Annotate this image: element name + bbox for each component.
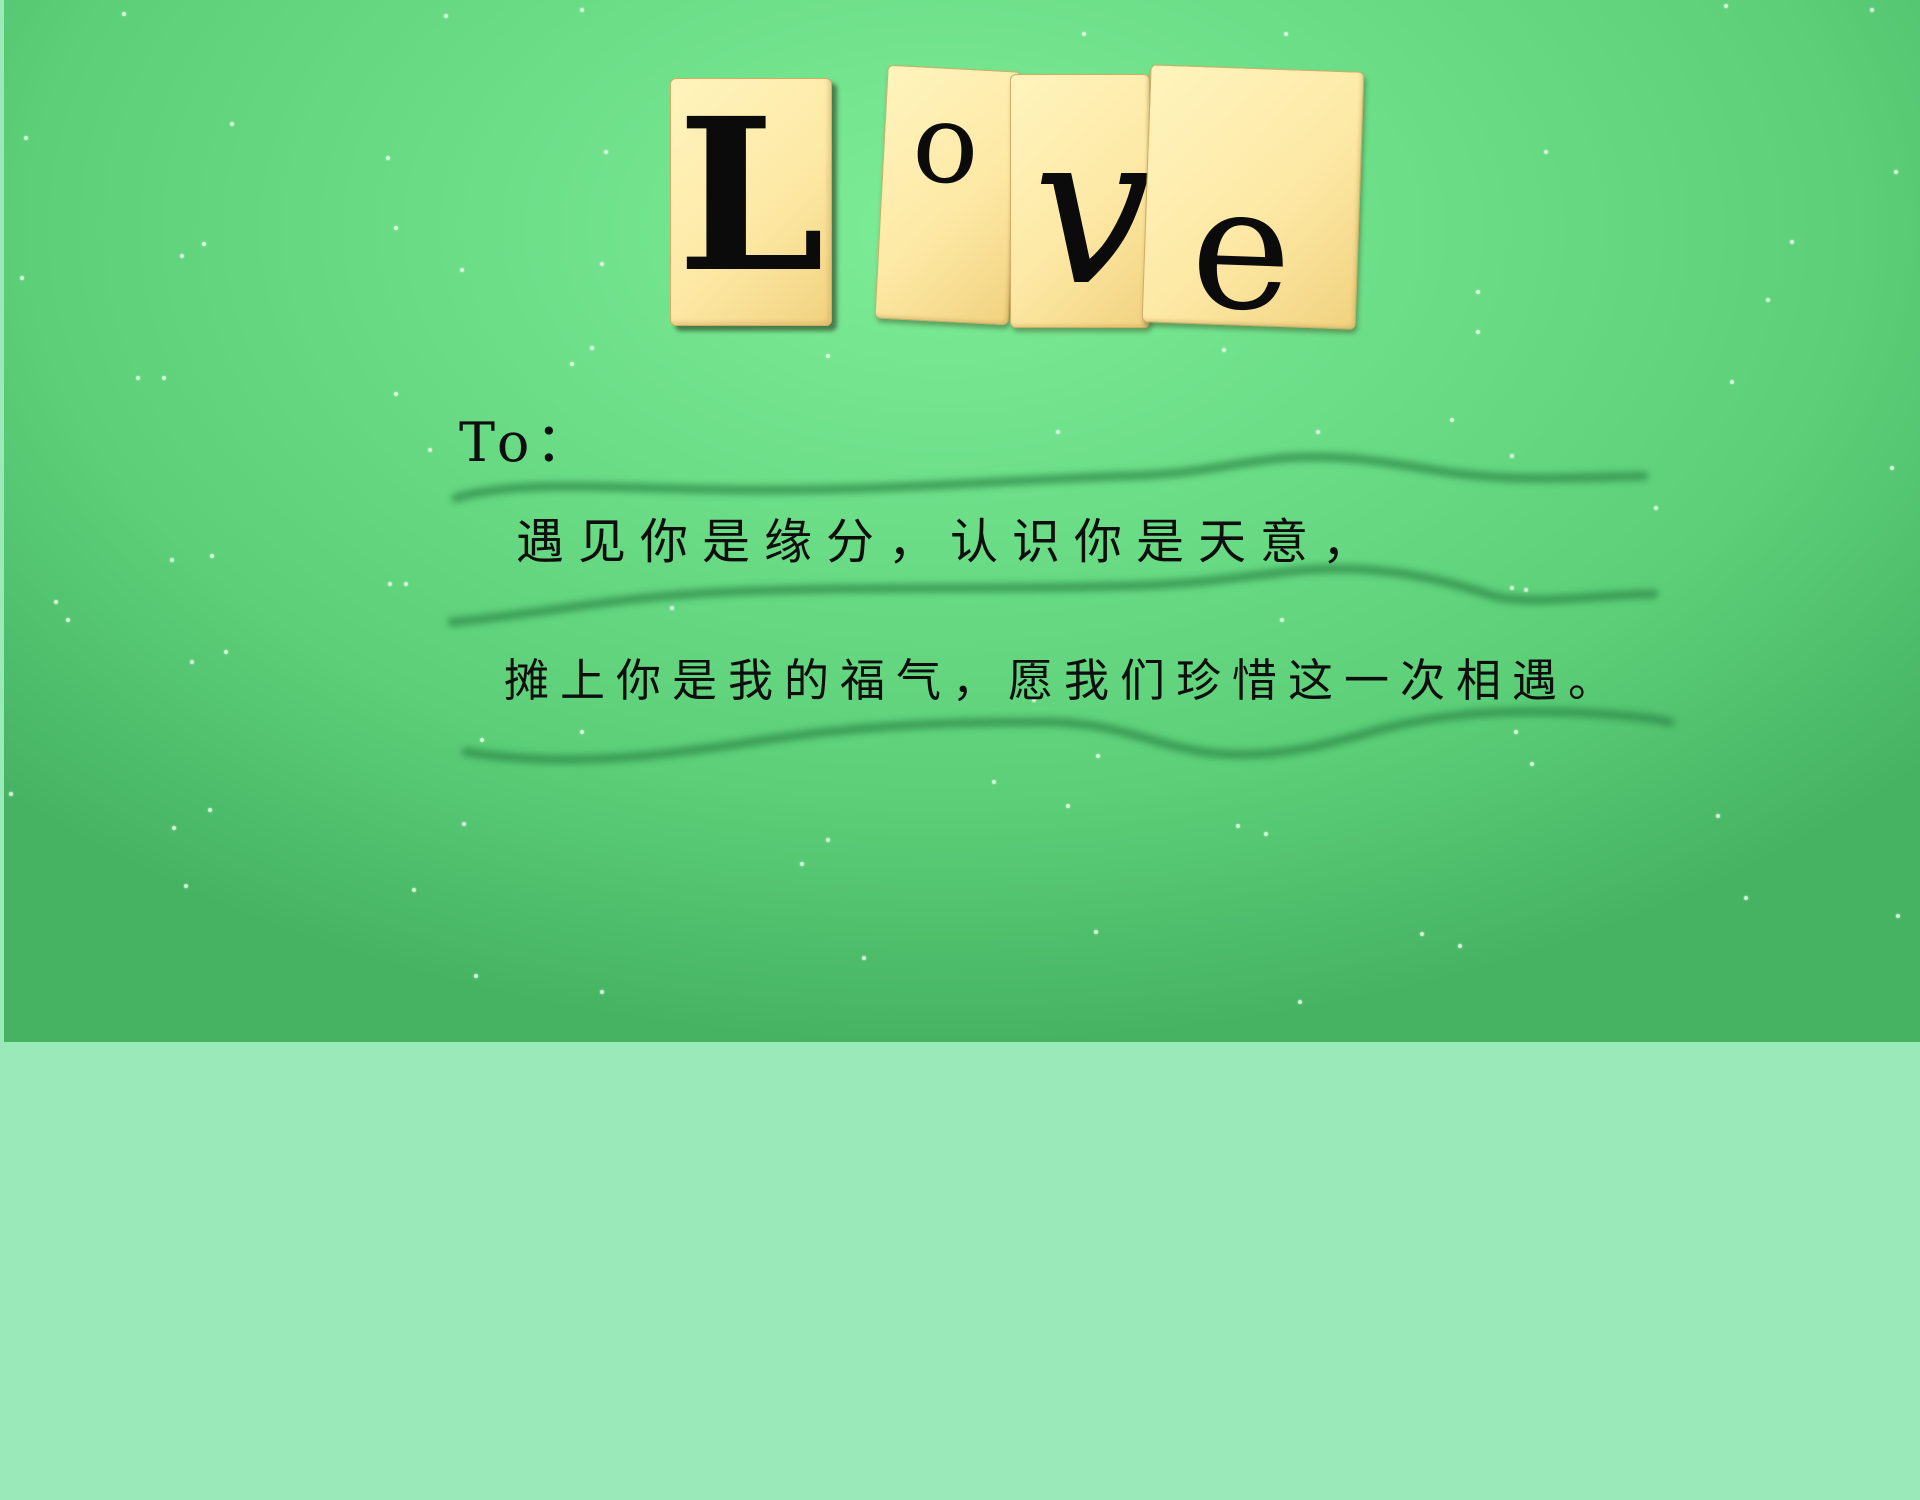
message-line-2: 摊上你是我的福气，愿我们珍惜这一次相遇。 xyxy=(504,654,1625,707)
wave-line-3 xyxy=(461,707,1675,765)
wave-line-1 xyxy=(451,452,1649,503)
greeting-card: L o v e To： 遇见你是缘分，认识你是天意， 摊上你是我的福气，愿我们珍… xyxy=(4,0,1920,1042)
wave-line-2 xyxy=(447,564,1659,627)
to-label: To： xyxy=(459,411,596,474)
page-background xyxy=(0,1042,1920,1500)
message-line-1: 遇见你是缘分，认识你是天意， xyxy=(516,514,1385,570)
